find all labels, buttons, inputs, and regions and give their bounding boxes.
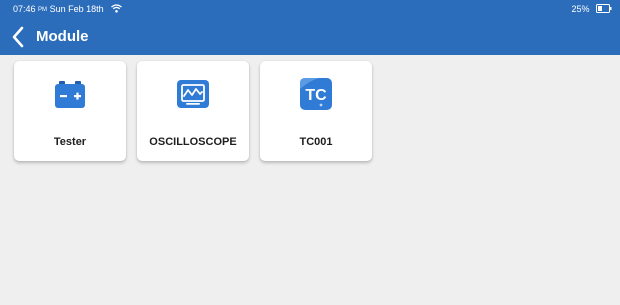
wifi-icon [111,4,123,15]
status-time: 07:46 [13,4,36,14]
status-ampm: PM [38,7,48,13]
oscilloscope-icon [176,77,210,111]
app-header: 07:46 PM Sun Feb 18th 25% Module [0,0,620,55]
battery-percent: 25% [571,4,590,14]
back-button[interactable] [9,25,29,49]
module-tile-oscilloscope[interactable]: OSCILLOSCOPE [137,61,249,161]
status-bar: 07:46 PM Sun Feb 18th 25% [0,0,620,18]
chevron-left-icon [12,26,24,48]
battery-icon [53,77,87,111]
status-left: 07:46 PM Sun Feb 18th [13,4,123,15]
status-right: 25% [571,4,612,15]
battery-status-icon [596,4,612,15]
title-bar: Module [0,22,620,52]
tc001-icon: TC [299,77,333,111]
tc001-icon-text: TC [305,87,327,104]
module-label: Tester [53,136,87,148]
module-tile-tc001[interactable]: TC TC001 [260,61,372,161]
module-label: OSCILLOSCOPE [149,136,237,148]
page-title: Module [36,28,89,45]
module-tile-tester[interactable]: Tester [14,61,126,161]
module-label: TC001 [299,136,333,148]
status-date: Sun Feb 18th [49,4,104,14]
